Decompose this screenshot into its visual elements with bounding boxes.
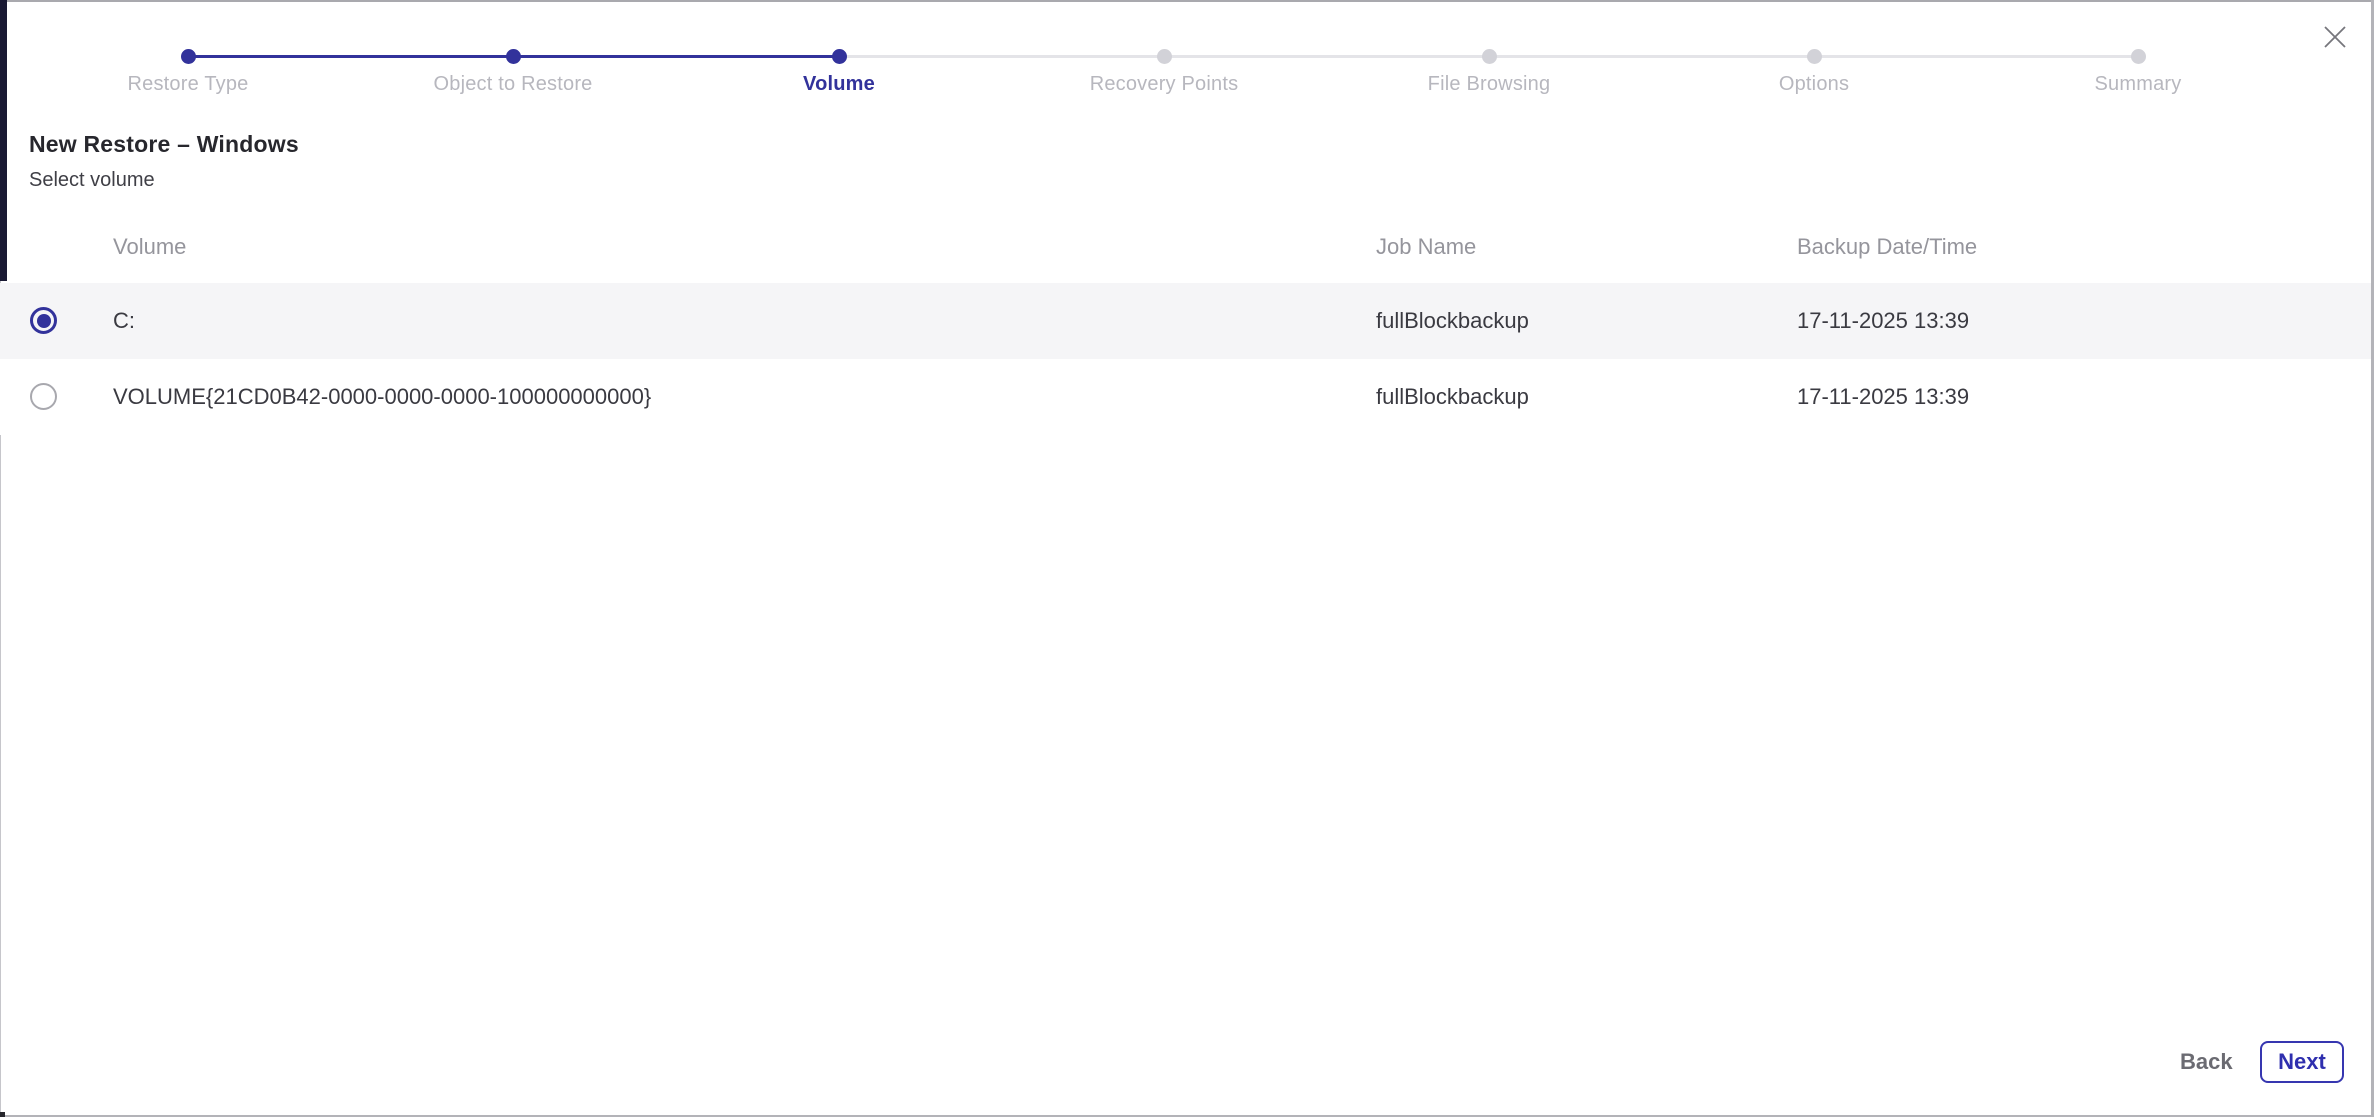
page-subtitle: Select volume (29, 169, 155, 192)
cell-job-name: fullBlockbackup (1376, 359, 1529, 435)
step-label: Object to Restore (433, 73, 592, 96)
step-dot-icon (1482, 49, 1497, 64)
column-header-volume: Volume (113, 232, 186, 262)
radio-button[interactable] (30, 383, 57, 410)
step-dot-icon (181, 49, 196, 64)
next-button[interactable]: Next (2260, 1041, 2344, 1083)
table-row-volume-c[interactable]: C: fullBlockbackup 17-11-2025 13:39 (0, 283, 2371, 359)
dialog-top-border (0, 0, 2374, 2)
page-title: New Restore – Windows (29, 131, 299, 158)
back-button[interactable]: Back (2168, 1041, 2245, 1083)
background-page-sliver (0, 0, 7, 281)
restore-wizard-dialog: Restore Type Object to Restore Volume Re… (0, 0, 2374, 1117)
background-corner-sliver (0, 1112, 5, 1117)
cell-volume: VOLUME{21CD0B42-0000-0000-0000-100000000… (113, 359, 651, 435)
step-label: Summary (2095, 73, 2182, 96)
step-label: Restore Type (128, 73, 249, 96)
step-label: File Browsing (1428, 73, 1551, 96)
cell-backup-datetime: 17-11-2025 13:39 (1797, 359, 1969, 435)
step-dot-icon (1157, 49, 1172, 64)
radio-button[interactable] (30, 307, 57, 334)
column-header-job-name: Job Name (1376, 232, 1476, 262)
step-dot-icon (2131, 49, 2146, 64)
step-label: Options (1779, 73, 1849, 96)
cell-backup-datetime: 17-11-2025 13:39 (1797, 283, 1969, 359)
step-label: Volume (803, 73, 875, 96)
step-dot-icon (1807, 49, 1822, 64)
cell-volume: C: (113, 283, 135, 359)
cell-job-name: fullBlockbackup (1376, 283, 1529, 359)
column-header-backup-datetime: Backup Date/Time (1797, 232, 1977, 262)
close-icon[interactable] (2320, 22, 2350, 52)
step-dot-icon (506, 49, 521, 64)
step-label: Recovery Points (1090, 73, 1239, 96)
table-row-volume-guid[interactable]: VOLUME{21CD0B42-0000-0000-0000-100000000… (0, 359, 2371, 435)
step-dot-icon (832, 49, 847, 64)
